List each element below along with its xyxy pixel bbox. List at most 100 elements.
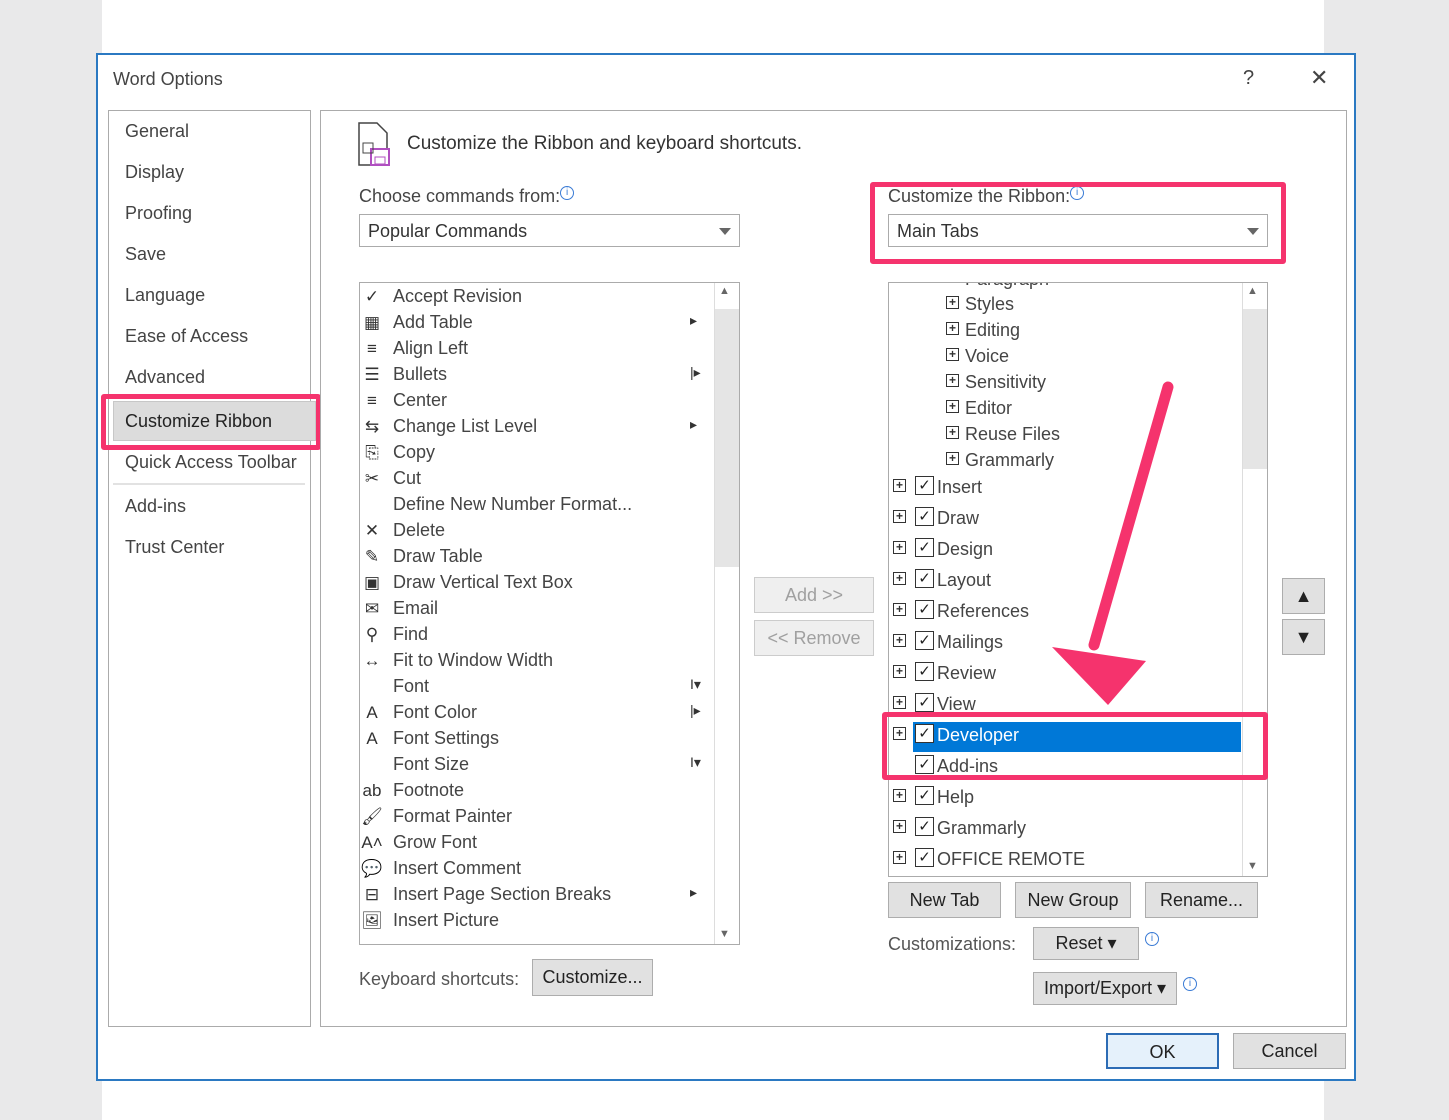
command-item[interactable]: ≡ Align Left [360, 337, 710, 363]
sidebar-item-language[interactable]: Language [125, 285, 205, 306]
expand-icon[interactable]: + [946, 374, 959, 387]
sidebar-item-display[interactable]: Display [125, 162, 184, 183]
rename-button[interactable]: Rename... [1145, 882, 1258, 918]
ok-button[interactable]: OK [1106, 1033, 1219, 1069]
command-item[interactable]: ⊟ Insert Page Section Breaks ▸ [360, 883, 710, 909]
checkbox-icon[interactable]: ✓ [915, 817, 934, 836]
checkbox-icon[interactable]: ✓ [915, 476, 934, 495]
command-icon: A˄ [361, 833, 383, 852]
sidebar-item-ease-of-access[interactable]: Ease of Access [125, 326, 248, 347]
expand-icon[interactable]: + [893, 789, 906, 802]
checkbox-icon[interactable]: ✓ [915, 631, 934, 650]
tree-group-item[interactable]: + Styles [889, 293, 1229, 319]
expand-icon[interactable]: + [893, 479, 906, 492]
tree-group-item[interactable]: + Voice [889, 345, 1229, 371]
command-item[interactable]: 🖌 Format Painter [360, 805, 710, 831]
choose-commands-dropdown[interactable]: Popular Commands [359, 214, 740, 247]
sidebar-item-general[interactable]: General [125, 121, 189, 142]
command-item[interactable]: ⇆ Change List Level ▸ [360, 415, 710, 441]
add-button[interactable]: Add >> [754, 577, 874, 613]
expand-icon[interactable]: + [946, 296, 959, 309]
command-item[interactable]: ab Footnote [360, 779, 710, 805]
command-item[interactable]: 🖼 Insert Picture [360, 909, 710, 935]
command-item[interactable]: ⚲ Find [360, 623, 710, 649]
checkbox-icon[interactable]: ✓ [915, 786, 934, 805]
expand-icon[interactable]: + [893, 541, 906, 554]
sidebar-item-quick-access-toolbar[interactable]: Quick Access Toolbar [125, 452, 297, 473]
cancel-button[interactable]: Cancel [1233, 1033, 1346, 1069]
expand-icon[interactable]: + [893, 510, 906, 523]
command-label: Align Left [393, 338, 469, 358]
command-item[interactable]: 💬 Insert Comment [360, 857, 710, 883]
customize-keyboard-button[interactable]: Customize... [532, 959, 653, 996]
scroll-up-icon[interactable]: ▲ [1247, 285, 1258, 297]
scroll-down-icon[interactable]: ▼ [1247, 860, 1258, 872]
tree-tab-item[interactable]: + ✓ OFFICE REMOTE [889, 846, 1241, 876]
command-item[interactable]: Font I▾ [360, 675, 710, 701]
new-tab-button[interactable]: New Tab [888, 882, 1001, 918]
help-button[interactable]: ? [1243, 67, 1254, 90]
tree-group-item[interactable]: + Editing [889, 319, 1229, 345]
expand-icon[interactable]: + [893, 603, 906, 616]
command-item[interactable]: ↔ Fit to Window Width [360, 649, 710, 675]
scrollbar-track[interactable] [1243, 309, 1267, 469]
commands-list[interactable]: 🖼 Insert Picture ⊟ Insert Page Section Brea… [359, 282, 740, 945]
command-item[interactable]: ☰ Bullets |▸ [360, 363, 710, 389]
expand-icon[interactable]: + [946, 452, 959, 465]
command-item[interactable]: ≡ Center [360, 389, 710, 415]
new-group-button[interactable]: New Group [1015, 882, 1131, 918]
checkbox-icon[interactable]: ✓ [915, 538, 934, 557]
command-item[interactable]: A˄ Grow Font [360, 831, 710, 857]
command-item[interactable]: ✎ Draw Table [360, 545, 710, 571]
remove-button[interactable]: << Remove [754, 620, 874, 656]
checkbox-icon[interactable]: ✓ [915, 569, 934, 588]
command-item[interactable]: ✓ Accept Revision [360, 285, 710, 311]
tree-item-partial[interactable]: Paragraph [965, 283, 1049, 295]
page-heading: Customize the Ribbon and keyboard shortc… [407, 133, 802, 154]
expand-icon[interactable]: + [893, 696, 906, 709]
scrollbar[interactable]: ▲ ▼ [714, 283, 739, 944]
import-export-button[interactable]: Import/Export ▾ [1033, 972, 1177, 1005]
move-up-button[interactable]: ▲ [1282, 578, 1325, 614]
command-item[interactable]: Font Size I▾ [360, 753, 710, 779]
expand-icon[interactable]: + [893, 820, 906, 833]
sidebar-divider [113, 483, 305, 485]
sidebar-item-save[interactable]: Save [125, 244, 166, 265]
checkbox-icon[interactable]: ✓ [915, 507, 934, 526]
tab-label: Draw [937, 508, 980, 528]
command-item[interactable]: A Font Color |▸ [360, 701, 710, 727]
expand-icon[interactable]: + [946, 348, 959, 361]
command-item[interactable]: ✕ Delete [360, 519, 710, 545]
expand-icon[interactable]: + [893, 851, 906, 864]
sidebar-item-trust-center[interactable]: Trust Center [125, 537, 224, 558]
checkbox-icon[interactable]: ✓ [915, 600, 934, 619]
scroll-down-icon[interactable]: ▼ [719, 928, 730, 940]
expand-icon[interactable]: + [946, 426, 959, 439]
sidebar-item-proofing[interactable]: Proofing [125, 203, 192, 224]
scrollbar-thumb[interactable] [715, 309, 739, 567]
command-item[interactable]: ✉ Email [360, 597, 710, 623]
scrollbar[interactable]: ▲ ▼ [1242, 283, 1267, 876]
close-button[interactable]: ✕ [1310, 65, 1328, 91]
command-item[interactable]: ▦ Add Table ▸ [360, 311, 710, 337]
command-item[interactable]: Define New Number Format... [360, 493, 710, 519]
sidebar-item-advanced[interactable]: Advanced [125, 367, 205, 388]
sidebar-item-add-ins[interactable]: Add-ins [125, 496, 186, 517]
command-item[interactable]: ⎘ Copy [360, 441, 710, 467]
command-item[interactable]: A Font Settings [360, 727, 710, 753]
tree-tab-item[interactable]: + ✓ Grammarly [889, 815, 1241, 845]
checkbox-icon[interactable]: ✓ [915, 848, 934, 867]
tree-tab-item[interactable]: + ✓ Help [889, 784, 1241, 814]
reset-button[interactable]: Reset ▾ [1033, 927, 1139, 960]
expand-icon[interactable]: + [893, 572, 906, 585]
move-down-button[interactable]: ▼ [1282, 619, 1325, 655]
expand-icon[interactable]: + [946, 400, 959, 413]
expand-icon[interactable]: + [893, 634, 906, 647]
checkbox-icon[interactable]: ✓ [915, 693, 934, 712]
expand-icon[interactable]: + [946, 322, 959, 335]
command-item[interactable]: ▣ Draw Vertical Text Box [360, 571, 710, 597]
expand-icon[interactable]: + [893, 665, 906, 678]
scroll-up-icon[interactable]: ▲ [719, 285, 730, 297]
checkbox-icon[interactable]: ✓ [915, 662, 934, 681]
command-item[interactable]: ✂ Cut [360, 467, 710, 493]
